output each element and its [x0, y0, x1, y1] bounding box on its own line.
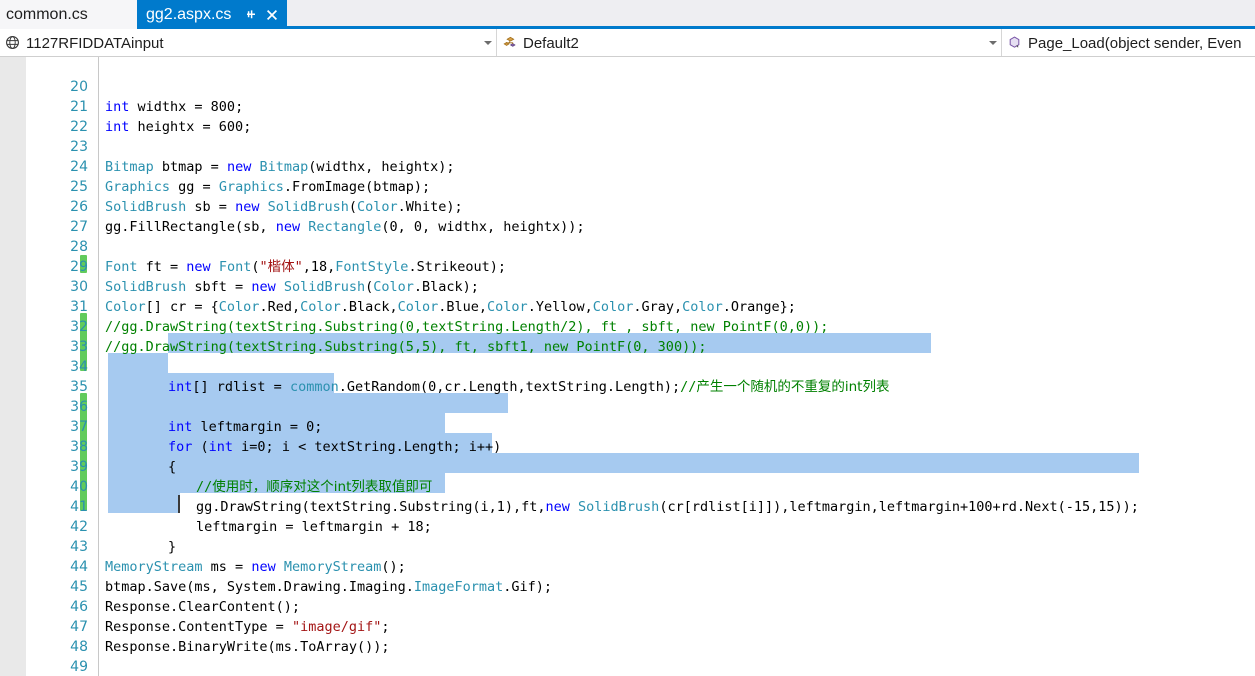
code-line[interactable]: 30 Color[] cr = {Color.Red,Color.Black,C…: [0, 257, 1255, 315]
code-line[interactable]: 26 gg.FillRectangle(sb, new Rectangle(0,…: [0, 177, 1255, 235]
code-line[interactable]: 34 int[] rdlist = common.GetRandom(0,cr.…: [0, 337, 1255, 395]
tab-actions: [244, 8, 287, 22]
member-dropdown[interactable]: Page_Load(object sender, Even: [1002, 29, 1255, 56]
code-line[interactable]: 47 Response.BinaryWrite(ms.ToArray());: [0, 597, 1255, 655]
code-line[interactable]: 48: [0, 617, 1255, 655]
globe-project-icon: [3, 33, 22, 52]
code-line[interactable]: 32 //gg.DrawString(textString.Substring(…: [0, 297, 1255, 355]
navigation-bar: 1127RFIDDATAinput Default2 Page_Load(obj…: [0, 29, 1255, 57]
code-line[interactable]: 22: [0, 97, 1255, 135]
code-lines: 20 int widthx = 800; 21 int heightx = 60…: [0, 57, 1255, 676]
code-line[interactable]: 20 int widthx = 800;: [0, 57, 1255, 115]
code-line[interactable]: 40 gg.DrawString(textString.Substring(i,…: [0, 457, 1255, 515]
visual-studio-editor-window: common.cs gg2.aspx.cs 1127RFIDDATAinput …: [0, 0, 1255, 676]
code-line[interactable]: 39 //使用时，顺序对这个int列表取值即可: [0, 437, 1255, 495]
pin-icon[interactable]: [244, 8, 258, 22]
code-editor[interactable]: 20 int widthx = 800; 21 int heightx = 60…: [0, 57, 1255, 676]
code-line[interactable]: 37 for (int i=0; i < textString.Length; …: [0, 397, 1255, 455]
project-dropdown[interactable]: 1127RFIDDATAinput: [0, 29, 497, 56]
method-icon: [1005, 33, 1024, 52]
code-line[interactable]: 38 {: [0, 417, 1255, 475]
tab-gg2-aspx-cs[interactable]: gg2.aspx.cs: [137, 0, 287, 29]
class-name: Default2: [523, 34, 579, 52]
code-line[interactable]: 24 Graphics gg = Graphics.FromImage(btma…: [0, 137, 1255, 195]
chevron-down-icon[interactable]: [479, 29, 496, 56]
class-icon: [500, 33, 519, 52]
code-line[interactable]: 35: [0, 357, 1255, 395]
code-line[interactable]: 28 Font ft = new Font("楷体",18,FontStyle.…: [0, 217, 1255, 275]
document-tab-strip: common.cs gg2.aspx.cs: [0, 0, 1255, 29]
tab-label: common.cs: [6, 5, 88, 23]
code-line[interactable]: 36 int leftmargin = 0;: [0, 377, 1255, 435]
close-icon[interactable]: [265, 8, 279, 22]
code-line[interactable]: 50 }: [0, 657, 1255, 676]
code-line[interactable]: 45 Response.ClearContent();: [0, 557, 1255, 615]
code-line[interactable]: 31 //gg.DrawString(textString.Substring(…: [0, 277, 1255, 335]
code-line[interactable]: 25 SolidBrush sb = new SolidBrush(Color.…: [0, 157, 1255, 215]
code-line[interactable]: 43 MemoryStream ms = new MemoryStream();: [0, 517, 1255, 575]
member-name: Page_Load(object sender, Even: [1028, 34, 1242, 52]
code-line[interactable]: 42 }: [0, 497, 1255, 555]
chevron-down-icon[interactable]: [984, 29, 1001, 56]
code-line[interactable]: 33: [0, 317, 1255, 355]
code-line[interactable]: 27: [0, 197, 1255, 235]
code-line[interactable]: 29 SolidBrush sbft = new SolidBrush(Colo…: [0, 237, 1255, 295]
project-name: 1127RFIDDATAinput: [26, 34, 164, 52]
code-line[interactable]: 49 }: [0, 637, 1255, 675]
tab-label: gg2.aspx.cs: [146, 5, 232, 23]
code-line[interactable]: 41 leftmargin = leftmargin + 18;: [0, 477, 1255, 535]
code-line[interactable]: 23 Bitmap btmap = new Bitmap(widthx, hei…: [0, 117, 1255, 175]
code-line[interactable]: 46 Response.ContentType = "image/gif";: [0, 577, 1255, 635]
class-dropdown[interactable]: Default2: [497, 29, 1002, 56]
tab-common-cs[interactable]: common.cs: [0, 0, 137, 29]
code-line[interactable]: 44 btmap.Save(ms, System.Drawing.Imaging…: [0, 537, 1255, 595]
code-line[interactable]: 21 int heightx = 600;: [0, 77, 1255, 135]
